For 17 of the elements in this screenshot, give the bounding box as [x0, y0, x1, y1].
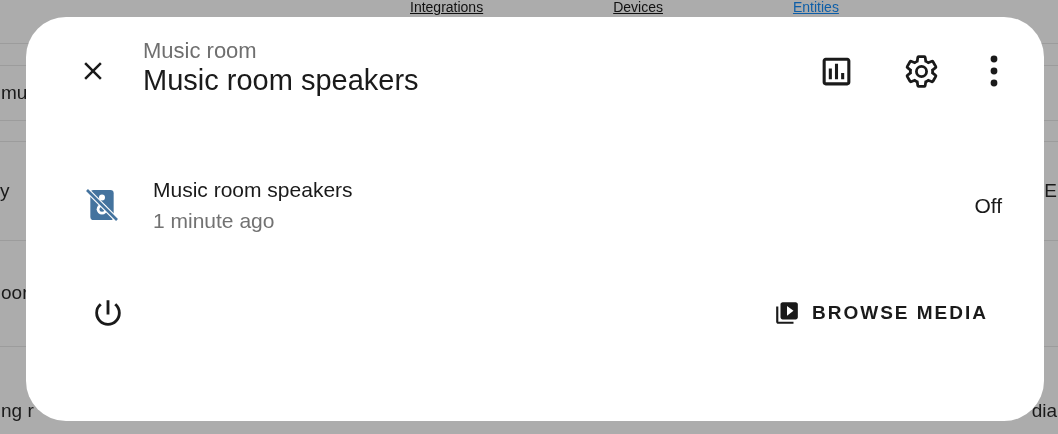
more-icon: [988, 55, 1000, 88]
table-cell-text: y: [0, 178, 10, 203]
entity-name: Music room speakers: [153, 177, 353, 203]
browse-media-button[interactable]: BROWSE MEDIA: [774, 293, 1002, 334]
more-menu-button[interactable]: [988, 55, 1000, 88]
entity-state: Off: [974, 192, 1002, 219]
last-changed-text: 1 minute ago: [153, 208, 276, 235]
table-cell-text: ng r: [1, 398, 34, 423]
settings-button[interactable]: [903, 53, 940, 90]
table-cell-text: mu: [1, 80, 28, 105]
play-box-icon: [774, 300, 800, 327]
settings-icon: [903, 53, 940, 90]
table-cell-text: E: [1044, 178, 1057, 203]
dialog-title: Music room speakers: [143, 63, 419, 98]
table-cell-text: dia: [1031, 398, 1057, 423]
dialog-subtitle: Music room: [143, 39, 258, 64]
table-cell-text: oor: [1, 281, 29, 306]
